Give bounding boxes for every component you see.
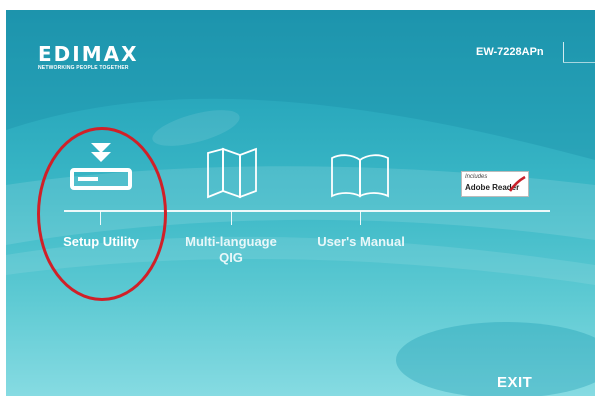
model-divider [563,42,564,62]
autorun-window: EDIMAX NETWORKING PEOPLE TOGETHER EW-722… [6,10,595,396]
model-underline [563,62,595,63]
adobe-reader-badge[interactable]: Includes Adobe Reader [461,171,529,197]
red-highlight-circle [37,127,167,301]
menu-tick-manual [360,211,361,225]
adobe-includes-text: Includes [465,174,488,180]
brand-tagline: NETWORKING PEOPLE TOGETHER [38,65,129,71]
model-number: EW-7228APn [476,46,544,58]
users-manual-label[interactable]: User's Manual [296,234,426,250]
edimax-logo: EDIMAX NETWORKING PEOPLE TOGETHER [38,44,139,71]
multi-language-qig-label[interactable]: Multi-language QIG [166,234,296,266]
brand-name: EDIMAX [38,42,139,66]
folded-map-icon[interactable] [206,147,258,199]
menu-tick-qig [231,211,232,225]
open-book-icon[interactable] [330,152,390,198]
exit-button[interactable]: EXIT [497,374,532,391]
adobe-swoosh-icon [508,175,526,192]
